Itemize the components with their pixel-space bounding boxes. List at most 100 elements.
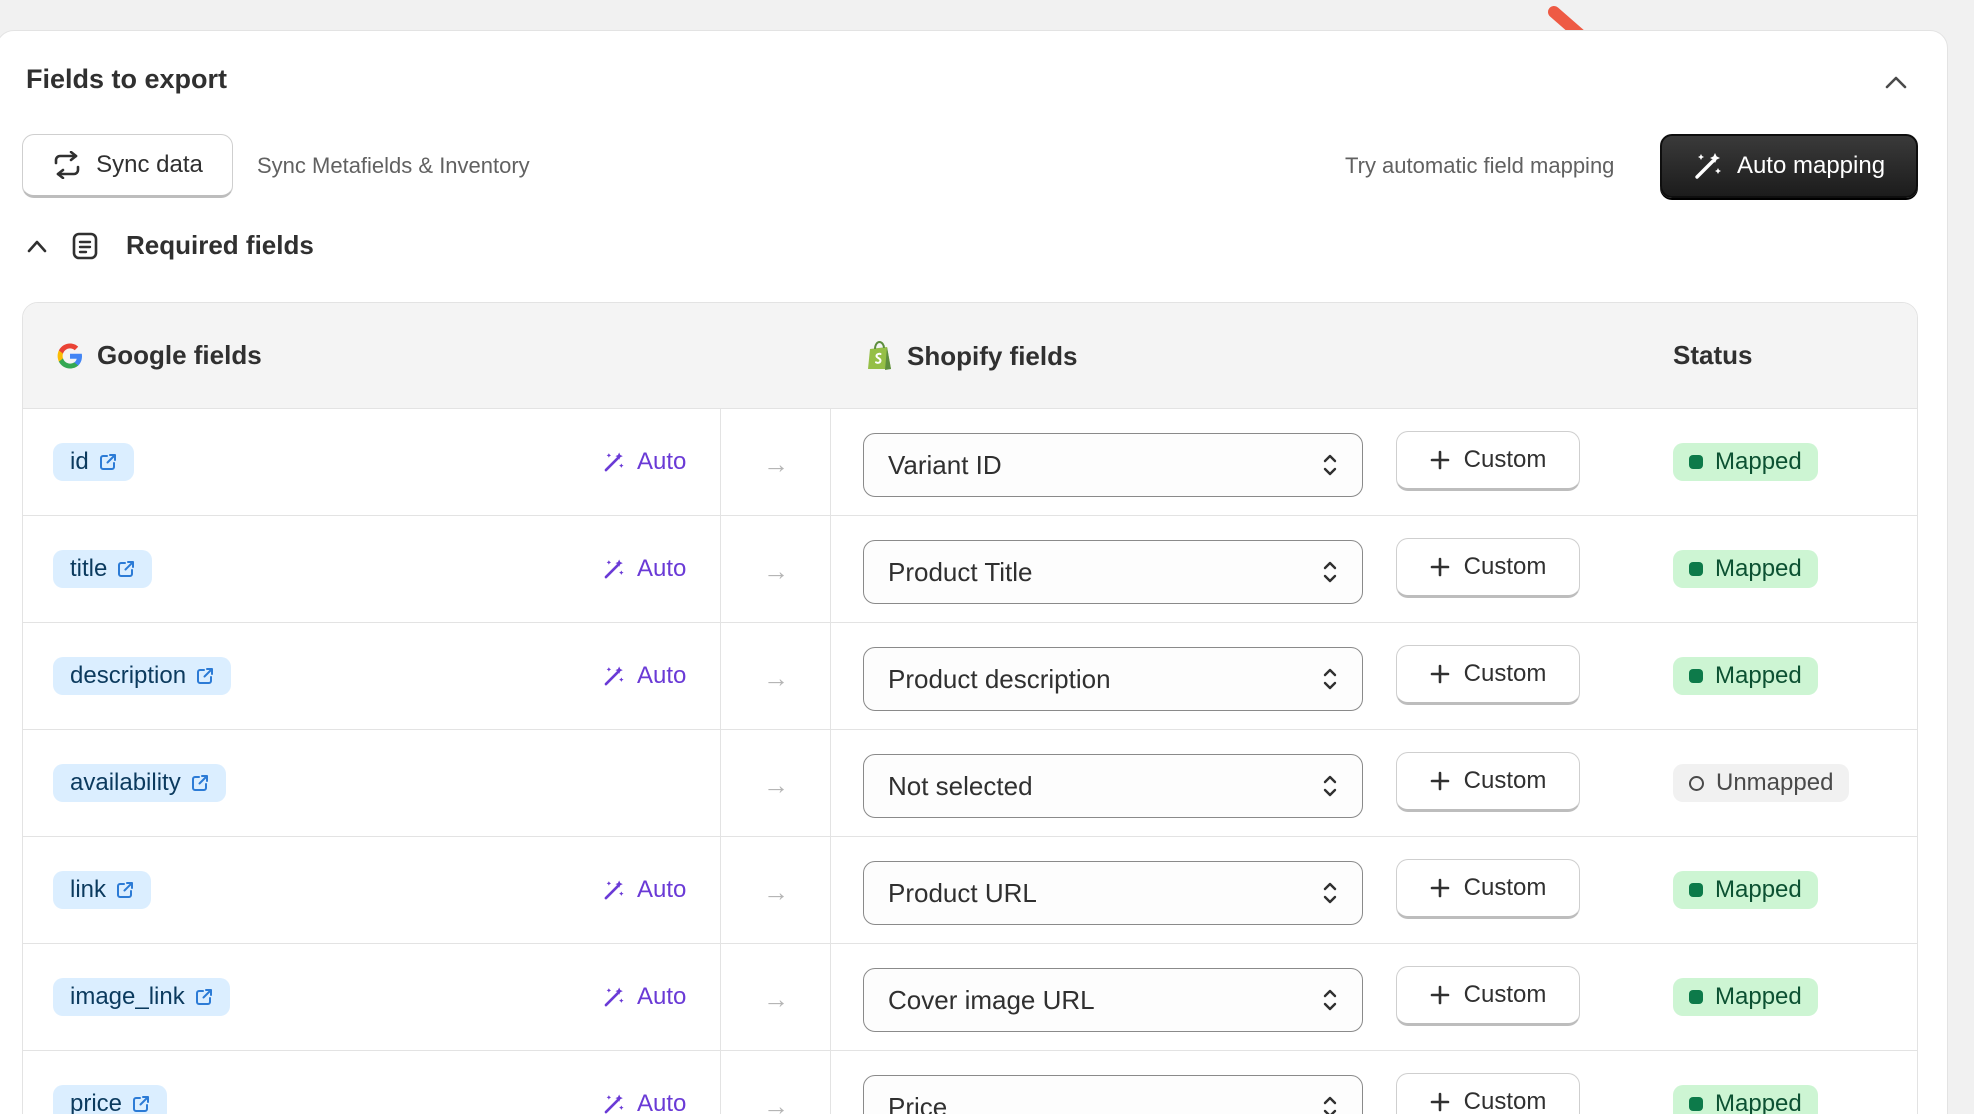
chevron-up-icon: [27, 240, 47, 252]
google-field-name: image_link: [70, 983, 185, 1010]
custom-field-button[interactable]: Custom: [1396, 859, 1580, 919]
table-row: price Auto → Price Custom Mapped: [23, 1051, 1917, 1114]
column-divider: [830, 1051, 831, 1114]
table-row: id Auto → Variant ID Custom Mapped: [23, 409, 1917, 516]
shopify-field-select[interactable]: Variant ID: [863, 433, 1363, 497]
google-field-tag[interactable]: price: [53, 1085, 168, 1114]
custom-button-label: Custom: [1463, 660, 1547, 687]
google-field-tag[interactable]: title: [53, 550, 153, 588]
custom-field-button[interactable]: Custom: [1396, 538, 1580, 598]
google-field-tag[interactable]: availability: [53, 764, 226, 802]
column-divider: [830, 623, 831, 729]
empty-status-circle-icon: [1689, 775, 1704, 791]
status-badge: Mapped: [1673, 443, 1818, 481]
column-divider: [720, 623, 721, 729]
shopify-field-value: Product URL: [888, 877, 1037, 908]
table-header: Google fields Shopify fields Status: [23, 303, 1917, 409]
google-field-tag[interactable]: id: [53, 443, 134, 481]
column-divider: [720, 516, 721, 622]
external-link-icon: [117, 882, 134, 898]
select-chevrons-icon: [1323, 668, 1337, 690]
custom-button-label: Custom: [1463, 1088, 1547, 1114]
external-link-icon: [99, 454, 116, 470]
external-link-icon: [197, 668, 214, 684]
card-title: Fields to export: [26, 64, 228, 94]
shopify-field-value: Variant ID: [888, 449, 1002, 480]
auto-mapping-button[interactable]: Auto mapping: [1660, 134, 1918, 198]
status-label: Mapped: [1715, 1090, 1802, 1114]
magic-wand-icon: [604, 559, 624, 579]
document-list-icon: [72, 232, 98, 259]
filled-status-dot-icon: [1689, 883, 1703, 897]
magic-wand-icon: [1695, 153, 1721, 179]
column-divider: [830, 516, 831, 622]
filled-status-dot-icon: [1689, 562, 1703, 576]
status-header: Status: [1673, 340, 1753, 370]
table-row: availability → Not selected Custom Unmapped: [23, 730, 1917, 837]
column-divider: [830, 730, 831, 836]
column-divider: [720, 409, 721, 515]
plus-icon: [1430, 557, 1449, 577]
shopify-fields-label: Shopify fields: [907, 340, 1078, 371]
column-divider: [720, 730, 721, 836]
auto-mapping-hint: Try automatic field mapping: [1345, 153, 1615, 178]
shopify-field-select[interactable]: Price: [863, 1075, 1363, 1114]
custom-button-label: Custom: [1463, 553, 1547, 580]
sync-subtitle: Sync Metafields & Inventory: [257, 153, 530, 178]
google-field-name: availability: [70, 769, 181, 796]
google-field-name: title: [70, 555, 108, 582]
select-chevrons-icon: [1323, 882, 1337, 904]
magic-wand-icon: [604, 1094, 624, 1114]
table-row: description Auto → Product description Custo…: [23, 623, 1917, 730]
google-field-tag[interactable]: link: [53, 871, 152, 909]
status-label: Unmapped: [1716, 769, 1834, 796]
status-badge: Mapped: [1673, 1085, 1818, 1114]
auto-label: Auto: [637, 876, 687, 903]
arrow-right-icon: →: [763, 449, 789, 479]
google-field-tag[interactable]: image_link: [53, 978, 230, 1016]
filled-status-dot-icon: [1689, 669, 1703, 683]
auto-mapped-indicator: Auto: [603, 555, 686, 583]
magic-wand-icon: [604, 666, 624, 686]
refresh-arrows-icon: [54, 151, 80, 179]
external-link-icon: [195, 989, 212, 1005]
shopify-field-select[interactable]: Product description: [863, 647, 1363, 711]
shopify-field-select[interactable]: Not selected: [863, 754, 1363, 818]
chevron-up-icon: [1885, 76, 1907, 89]
shopify-field-select[interactable]: Product URL: [863, 861, 1363, 925]
google-fields-label: Google fields: [97, 340, 262, 370]
shopify-fields-header: Shopify fields: [865, 340, 1077, 372]
status-label: Mapped: [1715, 876, 1802, 903]
column-divider: [720, 1051, 721, 1114]
custom-field-button[interactable]: Custom: [1396, 645, 1580, 705]
status-label: Mapped: [1715, 555, 1802, 582]
google-fields-header: Google fields: [55, 340, 262, 371]
table-row: link Auto → Product URL Custom Mapped: [23, 837, 1917, 944]
status-badge: Mapped: [1673, 871, 1818, 909]
custom-button-label: Custom: [1463, 767, 1547, 794]
required-fields-header[interactable]: Required fields: [26, 230, 314, 261]
status-badge: Unmapped: [1673, 764, 1850, 802]
select-chevrons-icon: [1323, 561, 1337, 583]
google-field-tag[interactable]: description: [53, 657, 232, 695]
custom-field-button[interactable]: Custom: [1396, 752, 1580, 812]
auto-mapped-indicator: Auto: [603, 662, 686, 690]
collapse-card-button[interactable]: [1876, 64, 1916, 100]
custom-button-label: Custom: [1463, 446, 1547, 473]
custom-field-button[interactable]: Custom: [1396, 431, 1580, 491]
sync-data-button[interactable]: Sync data: [22, 134, 233, 198]
arrow-right-icon: →: [763, 663, 789, 693]
field-mapping-table: Google fields Shopify fields Status id Au…: [22, 302, 1918, 1114]
auto-mapping-label: Auto mapping: [1736, 152, 1886, 179]
shopify-field-value: Product description: [888, 663, 1111, 694]
shopify-field-select[interactable]: Cover image URL: [863, 968, 1363, 1032]
custom-field-button[interactable]: Custom: [1396, 966, 1580, 1026]
filled-status-dot-icon: [1689, 1097, 1703, 1111]
shopify-field-select[interactable]: Product Title: [863, 540, 1363, 604]
shopify-field-value: Cover image URL: [888, 984, 1095, 1015]
google-field-name: link: [70, 876, 107, 903]
auto-mapped-indicator: Auto: [603, 983, 686, 1011]
external-link-icon: [118, 561, 135, 577]
status-label: Mapped: [1715, 662, 1802, 689]
custom-field-button[interactable]: Custom: [1396, 1073, 1580, 1114]
